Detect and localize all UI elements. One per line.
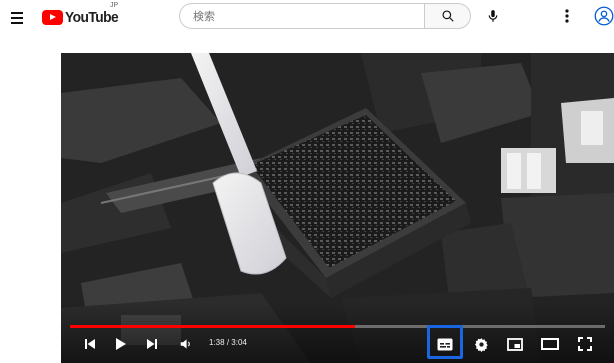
previous-button[interactable] xyxy=(81,333,99,355)
next-icon xyxy=(147,339,157,349)
more-vert-icon xyxy=(565,9,569,23)
miniplayer-button[interactable] xyxy=(503,333,527,355)
search-button[interactable] xyxy=(424,3,471,29)
next-button[interactable] xyxy=(143,333,161,355)
voice-search-button[interactable] xyxy=(482,5,504,27)
time-display: 1:38 / 3:04 xyxy=(209,338,247,347)
play-button[interactable] xyxy=(111,333,131,355)
settings-icon xyxy=(474,337,488,352)
menu-button[interactable] xyxy=(9,8,27,26)
progress-played xyxy=(70,325,356,328)
account-icon xyxy=(594,6,614,26)
progress-bar[interactable] xyxy=(70,325,605,328)
youtube-play-icon xyxy=(42,9,63,25)
fullscreen-icon xyxy=(578,337,592,351)
menu-icon xyxy=(11,12,23,14)
fullscreen-button[interactable] xyxy=(573,333,597,355)
settings-button[interactable] xyxy=(469,333,493,355)
search-input[interactable]: 検索 xyxy=(179,3,424,29)
logo-text: YouTube xyxy=(65,8,119,26)
search-placeholder: 検索 xyxy=(193,11,215,23)
total-time: 3:04 xyxy=(231,338,247,347)
subtitles-highlight xyxy=(427,325,463,359)
theater-mode-button[interactable] xyxy=(537,333,563,355)
mute-button[interactable] xyxy=(175,333,197,355)
volume-icon xyxy=(180,339,190,349)
play-icon xyxy=(116,338,126,350)
account-button[interactable] xyxy=(594,6,614,26)
miniplayer-icon xyxy=(507,337,523,351)
mic-icon xyxy=(488,10,498,22)
search-icon xyxy=(441,10,454,22)
region-label: JP xyxy=(110,2,119,9)
theater-icon xyxy=(541,338,559,350)
current-time: 1:38 xyxy=(209,338,225,347)
more-options-button[interactable] xyxy=(558,6,576,26)
previous-icon xyxy=(85,339,95,349)
video-player[interactable]: 1:38 / 3:04 xyxy=(61,53,614,363)
youtube-logo[interactable]: YouTube xyxy=(42,6,123,28)
